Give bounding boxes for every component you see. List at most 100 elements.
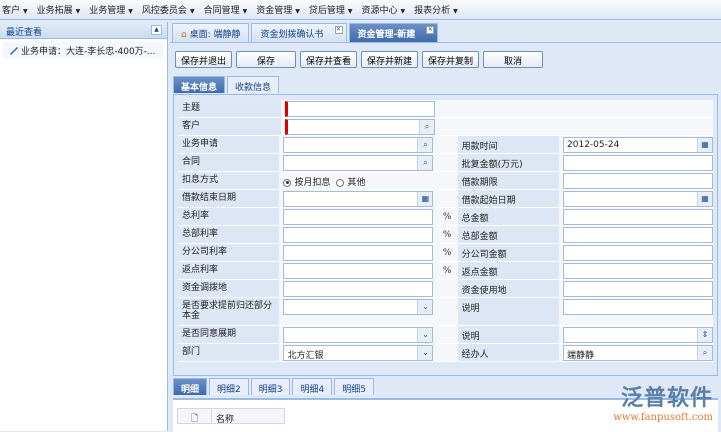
detail-tab[interactable]: 明细2: [209, 378, 249, 395]
search-icon[interactable]: ⌕: [697, 346, 713, 360]
input-7[interactable]: [283, 263, 434, 279]
toolbar-button[interactable]: 保存并复制: [422, 51, 480, 68]
customer-input[interactable]: ⌕: [285, 119, 435, 135]
collapse-icon[interactable]: ▲: [151, 25, 162, 35]
field-label: 部门: [178, 344, 280, 361]
input2-2[interactable]: [563, 173, 714, 189]
form-row: 资金调拨地 资金使用地: [178, 280, 714, 298]
add-row-icon[interactable]: 🗋: [178, 409, 212, 424]
dropdown-icon[interactable]: ⌄: [417, 300, 433, 314]
row-customer: 客户 ⌕: [178, 118, 713, 136]
tab[interactable]: 资金管理-新建 ✕: [348, 23, 439, 42]
tab[interactable]: 资金划拨确认书 ✕: [251, 23, 347, 42]
input2-7[interactable]: [563, 263, 714, 279]
input-6[interactable]: [283, 245, 434, 261]
menu-item[interactable]: 客户 ▼: [2, 3, 28, 16]
menu-item[interactable]: 资金管理 ▼: [256, 3, 300, 16]
calendar-icon[interactable]: ▦: [417, 192, 433, 206]
toolbar-button[interactable]: 取消: [483, 51, 544, 68]
menu-item[interactable]: 业务拓展 ▼: [37, 3, 81, 16]
detail-tab[interactable]: 明细: [173, 378, 208, 395]
field-label: 批复金额(万元): [457, 154, 560, 171]
detail-tabs: 明细 明细2 明细3 明细4 明细5: [173, 378, 376, 395]
input2-6[interactable]: [563, 245, 714, 261]
input-11[interactable]: 北方汇银 ⌄: [283, 345, 434, 361]
field-label: 返点金额: [457, 262, 560, 279]
search-icon[interactable]: ⌕: [419, 120, 434, 134]
pen-icon: [10, 47, 18, 55]
field-label: 用款时间: [457, 136, 560, 153]
input-10[interactable]: ⌄: [283, 327, 434, 343]
radio-label: 其他: [347, 178, 366, 188]
menu-item[interactable]: 风控委员会 ▼: [142, 3, 195, 16]
radio-option[interactable]: 其他: [336, 178, 365, 188]
input-8[interactable]: [283, 281, 434, 297]
input2-0[interactable]: 2012-05-24 ▦: [563, 137, 714, 153]
input-1[interactable]: ⌕: [283, 155, 434, 171]
percent-sign: %: [442, 212, 452, 222]
spinner-icon[interactable]: ⇕: [697, 328, 713, 342]
percent-sign: [443, 190, 458, 207]
input-4[interactable]: [283, 209, 434, 225]
recent-item[interactable]: 业务申请：大连-李长忠-400万-...: [3, 42, 164, 59]
search-icon[interactable]: ⌕: [417, 156, 433, 170]
field-cell: 端静静 ⌕: [559, 344, 714, 361]
input2-1[interactable]: [563, 155, 714, 171]
dropdown-icon[interactable]: ⌄: [417, 346, 433, 360]
radio-label: 按月扣息: [294, 178, 331, 188]
input-0[interactable]: ⌕: [283, 137, 434, 153]
radio-button[interactable]: [283, 178, 292, 187]
input-9[interactable]: ⌄: [283, 299, 434, 315]
field-label: 借款起始日期: [457, 190, 560, 207]
input2-4[interactable]: [563, 209, 714, 225]
subject-input[interactable]: [285, 101, 435, 117]
dropdown-icon[interactable]: ⌄: [417, 328, 433, 342]
input-3[interactable]: ▦: [283, 191, 434, 207]
menu-item[interactable]: 合同管理 ▼: [204, 3, 248, 16]
close-icon[interactable]: ✕: [334, 26, 343, 34]
radio-option[interactable]: 按月扣息: [283, 178, 330, 188]
detail-tab[interactable]: 明细5: [334, 378, 374, 395]
calendar-icon[interactable]: ▦: [697, 138, 713, 152]
field-label: 分公司利率: [178, 244, 280, 261]
menu-item[interactable]: 贷后管理 ▼: [309, 3, 353, 16]
dropdown-arrow-icon: ▼: [400, 8, 406, 15]
detail-tab[interactable]: 明细4: [292, 378, 333, 395]
input2-8[interactable]: [563, 281, 714, 297]
input2-9[interactable]: [563, 299, 714, 315]
search-icon[interactable]: ⌕: [417, 138, 433, 152]
toolbar-button[interactable]: 保存: [236, 51, 297, 68]
input2-3[interactable]: ▦: [563, 191, 714, 207]
form-tab[interactable]: 收款信息: [227, 76, 280, 93]
menu-item[interactable]: 业务管理 ▼: [89, 3, 133, 16]
recent-panel-title: 最近查看: [6, 28, 43, 38]
form-tab[interactable]: 基本信息: [173, 76, 226, 93]
input2-11[interactable]: 端静静 ⌕: [563, 345, 714, 361]
menu-item[interactable]: 资源中心 ▼: [361, 3, 405, 16]
field-cell: ▦: [279, 190, 442, 207]
field-cell: 北方汇银 ⌄: [279, 344, 442, 361]
toolbar-button[interactable]: 保存并查看: [300, 51, 358, 68]
calendar-icon[interactable]: ▦: [697, 192, 713, 206]
form-row: 总部利率% 总部金额: [178, 226, 714, 244]
input-5[interactable]: [283, 227, 434, 243]
tab-label: 资金管理-新建: [357, 30, 416, 40]
input2-10[interactable]: ⇕: [563, 327, 714, 343]
tab[interactable]: ⌂ 桌面: 端静静: [172, 23, 250, 42]
percent-sign: [443, 326, 458, 343]
field-cell: [559, 298, 714, 325]
close-icon[interactable]: ✕: [426, 26, 435, 34]
label-subject: 主题: [178, 100, 281, 117]
menu-label: 资金管理: [256, 6, 293, 16]
menu-label: 客户: [2, 6, 21, 16]
menu-item[interactable]: 报表分析 ▼: [414, 3, 458, 16]
toolbar-button[interactable]: 保存并新建: [361, 51, 419, 68]
detail-tab[interactable]: 明细3: [250, 378, 291, 395]
form-row: 返点利率% 返点金额: [178, 262, 714, 280]
field-label: 借款期限: [457, 172, 560, 189]
input2-5[interactable]: [563, 227, 714, 243]
field-label: 合同: [178, 154, 280, 171]
toolbar-button[interactable]: 保存并退出: [175, 51, 233, 68]
radio-button[interactable]: [336, 178, 345, 187]
logo-url: www.fanpusoft.com: [613, 412, 713, 423]
